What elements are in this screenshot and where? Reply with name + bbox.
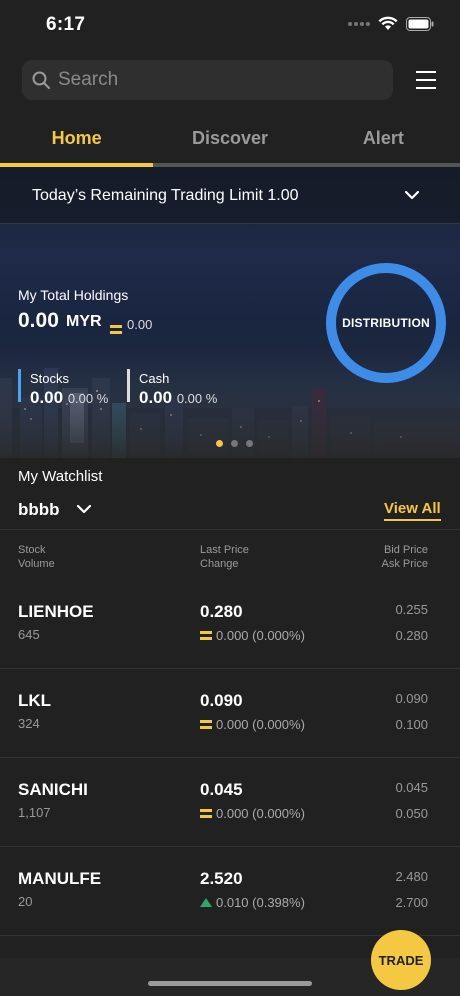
price-change: 0.000 (0.000%) bbox=[200, 628, 305, 643]
trading-limit-row[interactable]: Today’s Remaining Trading Limit 1.00 bbox=[0, 167, 460, 224]
cash-amount: 0.00 bbox=[139, 388, 173, 407]
header-change: Change bbox=[200, 558, 239, 570]
bid-price: 2.480 bbox=[395, 869, 428, 884]
ask-price: 2.700 bbox=[395, 895, 428, 910]
page-dot[interactable] bbox=[246, 440, 253, 447]
column-header-price: Last Price Change bbox=[200, 543, 249, 571]
cash-percent: 0.00 % bbox=[176, 391, 218, 406]
stock-volume: 645 bbox=[18, 627, 40, 642]
header-volume: Volume bbox=[18, 558, 55, 570]
bid-price: 0.090 bbox=[395, 691, 428, 706]
divider bbox=[0, 529, 460, 530]
chevron-down-icon[interactable] bbox=[404, 189, 420, 201]
holdings-change: 0.00 bbox=[127, 317, 153, 332]
arrow-up-icon bbox=[200, 898, 212, 907]
cash-label: Cash bbox=[139, 371, 170, 386]
trade-button[interactable]: TRADE bbox=[371, 930, 431, 990]
tab-discover[interactable]: Discover bbox=[153, 118, 306, 168]
stock-symbol: LIENHOE bbox=[18, 602, 94, 621]
search-input[interactable] bbox=[58, 69, 358, 91]
distribution-label: DISTRIBUTION bbox=[342, 316, 430, 330]
stock-volume: 20 bbox=[18, 894, 33, 909]
stock-symbol: MANULFE bbox=[18, 869, 102, 888]
stocks-amount: 0.00 bbox=[30, 388, 64, 407]
status-icons bbox=[348, 16, 434, 31]
change-text: 0.000 (0.000%) bbox=[216, 806, 305, 821]
last-price: 0.045 bbox=[200, 780, 243, 799]
status-bar: 6:17 bbox=[0, 0, 460, 48]
page-dot[interactable] bbox=[216, 440, 223, 447]
holdings-banner[interactable]: Today’s Remaining Trading Limit 1.00 My … bbox=[0, 167, 460, 458]
price-change: 0.010 (0.398%) bbox=[200, 895, 305, 910]
price-change: 0.000 (0.000%) bbox=[200, 806, 305, 821]
change-text: 0.000 (0.000%) bbox=[216, 717, 305, 732]
watchlist-row[interactable]: LIENHOE 645 0.280 0.000 (0.000%) 0.255 0… bbox=[0, 580, 460, 669]
change-text: 0.010 (0.398%) bbox=[216, 895, 305, 910]
ask-price: 0.050 bbox=[395, 806, 428, 821]
holdings-currency: MYR bbox=[66, 313, 102, 330]
watchlist-row[interactable]: LKL 324 0.090 0.000 (0.000%) 0.090 0.100 bbox=[0, 669, 460, 758]
trading-limit-text: Today’s Remaining Trading Limit 1.00 bbox=[32, 187, 299, 204]
tab-home[interactable]: Home bbox=[0, 118, 153, 168]
stocks-value: 0.00 0.00 % bbox=[30, 388, 108, 408]
header-ask-price: Ask Price bbox=[381, 558, 428, 570]
distribution-ring-button[interactable]: DISTRIBUTION bbox=[326, 263, 446, 383]
bid-price: 0.255 bbox=[395, 602, 428, 617]
wifi-icon bbox=[378, 16, 398, 30]
header-last-price: Last Price bbox=[200, 544, 249, 556]
stock-symbol: SANICHI bbox=[18, 780, 88, 799]
watchlist-row[interactable]: MANULFE 20 2.520 0.010 (0.398%) 2.480 2.… bbox=[0, 847, 460, 936]
main-tabs: Home Discover Alert bbox=[0, 118, 460, 168]
menu-icon[interactable] bbox=[414, 68, 438, 92]
ask-price: 0.280 bbox=[395, 628, 428, 643]
header-stock: Stock bbox=[18, 544, 46, 556]
unchanged-icon bbox=[200, 631, 212, 640]
home-indicator[interactable] bbox=[148, 981, 312, 986]
stock-symbol: LKL bbox=[18, 691, 52, 710]
chevron-down-icon[interactable] bbox=[76, 503, 92, 515]
stock-volume: 324 bbox=[18, 716, 40, 731]
bid-price: 0.045 bbox=[395, 780, 428, 795]
cash-value: 0.00 0.00 % bbox=[139, 388, 217, 408]
column-header-bid-ask: Bid Price Ask Price bbox=[382, 543, 428, 571]
view-all-link[interactable]: View All bbox=[384, 500, 441, 521]
holdings-label: My Total Holdings bbox=[18, 287, 129, 303]
tab-alert[interactable]: Alert bbox=[307, 118, 460, 168]
column-header-stock: Stock Volume bbox=[18, 543, 55, 571]
signal-icon bbox=[348, 21, 370, 26]
stocks-indicator-bar bbox=[18, 369, 21, 402]
change-text: 0.000 (0.000%) bbox=[216, 628, 305, 643]
unchanged-icon bbox=[200, 720, 212, 729]
status-time: 6:17 bbox=[46, 14, 86, 35]
last-price: 2.520 bbox=[200, 869, 243, 888]
cash-indicator-bar bbox=[127, 369, 130, 402]
watchlist-selector[interactable]: bbbb bbox=[18, 500, 60, 520]
search-icon bbox=[32, 71, 50, 89]
ask-price: 0.100 bbox=[395, 717, 428, 732]
price-change: 0.000 (0.000%) bbox=[200, 717, 305, 732]
stock-volume: 1,107 bbox=[18, 805, 51, 820]
battery-icon bbox=[406, 16, 434, 31]
stocks-percent: 0.00 % bbox=[67, 391, 109, 406]
watchlist-title: My Watchlist bbox=[18, 468, 103, 485]
banner-page-dots[interactable] bbox=[216, 440, 253, 447]
page-dot[interactable] bbox=[231, 440, 238, 447]
holdings-value: 0.00 bbox=[18, 309, 59, 332]
last-price: 0.280 bbox=[200, 602, 243, 621]
unchanged-icon bbox=[200, 809, 212, 818]
search-bar[interactable] bbox=[22, 60, 393, 100]
stocks-label: Stocks bbox=[30, 371, 70, 386]
unchanged-icon bbox=[110, 325, 122, 334]
last-price: 0.090 bbox=[200, 691, 243, 710]
header-bid-price: Bid Price bbox=[383, 544, 428, 556]
watchlist-row[interactable]: SANICHI 1,107 0.045 0.000 (0.000%) 0.045… bbox=[0, 758, 460, 847]
